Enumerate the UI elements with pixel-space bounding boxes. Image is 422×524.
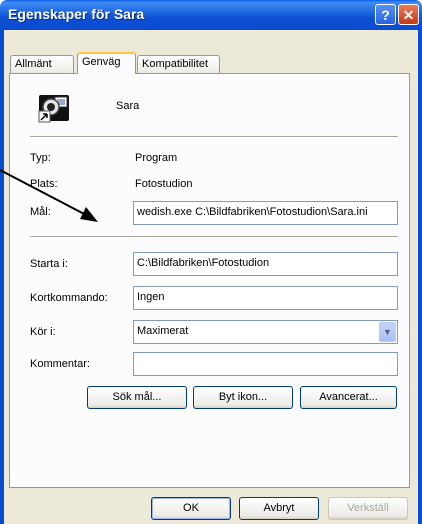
apply-button[interactable]: Verkställ — [328, 497, 408, 520]
change-icon-button[interactable]: Byt ikon... — [193, 386, 293, 409]
close-button[interactable]: ✕ — [398, 4, 419, 25]
camera-shortcut-icon — [38, 95, 69, 123]
target-label: Mål: — [30, 206, 51, 218]
run-select-value: Maximerat — [137, 325, 189, 337]
ok-button[interactable]: OK — [151, 497, 231, 520]
shortcut-key-label: Kortkommando: — [30, 292, 108, 304]
advanced-button[interactable]: Avancerat... — [300, 386, 397, 409]
location-label: Plats: — [30, 178, 58, 190]
shortcut-key-field[interactable]: Ingen — [133, 286, 398, 310]
shortcut-name: Sara — [116, 100, 140, 112]
window-title: Egenskaper för Sara — [8, 6, 145, 22]
window-border-right — [418, 30, 422, 524]
tab-general[interactable]: Allmänt — [10, 55, 74, 73]
target-field[interactable]: wedish.exe C:\Bildfabriken\Fotostudion\S… — [133, 201, 398, 225]
start-in-field[interactable]: C:\Bildfabriken\Fotostudion — [133, 252, 398, 276]
divider-top — [30, 136, 398, 138]
location-value: Fotostudion — [135, 178, 193, 190]
tab-shortcut[interactable]: Genväg — [77, 52, 136, 74]
run-label: Kör i: — [30, 326, 56, 338]
tab-compatibility[interactable]: Kompatibilitet — [137, 55, 220, 73]
find-target-button[interactable]: Sök mål... — [87, 386, 187, 409]
title-bar[interactable]: Egenskaper för Sara ? ✕ — [0, 0, 422, 30]
comment-label: Kommentar: — [30, 358, 90, 370]
type-value: Program — [135, 152, 178, 164]
type-label: Typ: — [30, 152, 51, 164]
divider-middle — [30, 236, 398, 238]
run-select[interactable]: Maximerat ▼ — [133, 320, 398, 344]
properties-window: Egenskaper för Sara ? ✕ Allmänt Genväg K… — [0, 0, 422, 524]
cancel-button[interactable]: Avbryt — [239, 497, 319, 520]
comment-field[interactable] — [133, 352, 398, 376]
start-in-label: Starta i: — [30, 258, 68, 270]
help-button[interactable]: ? — [375, 4, 396, 25]
chevron-down-icon[interactable]: ▼ — [379, 322, 396, 342]
